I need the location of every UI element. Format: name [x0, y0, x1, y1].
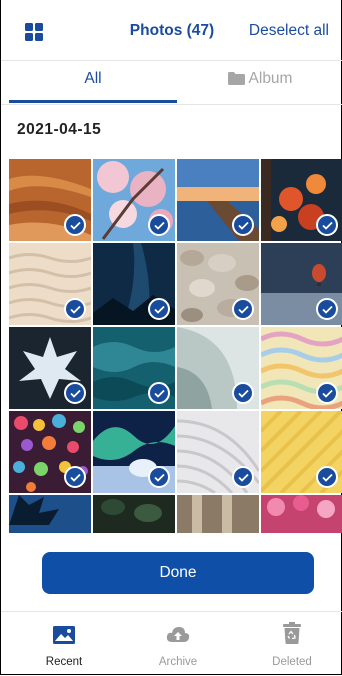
tab-bar: All Album	[1, 60, 342, 105]
selected-check-icon	[316, 382, 338, 404]
selected-check-icon	[148, 214, 170, 236]
architecture-image	[177, 495, 259, 533]
photo-tile[interactable]	[177, 243, 259, 325]
tab-album[interactable]: Album	[177, 60, 342, 104]
folder-icon	[227, 72, 245, 85]
selected-check-icon	[316, 298, 338, 320]
image-icon	[53, 626, 75, 644]
photo-tile[interactable]	[9, 411, 91, 493]
section-date: 2021-04-15	[17, 121, 102, 138]
dark-leaves-image	[93, 495, 175, 533]
photo-tile[interactable]	[93, 159, 175, 241]
active-tab-indicator	[9, 100, 177, 103]
selected-check-icon	[232, 466, 254, 488]
selected-check-icon	[232, 382, 254, 404]
selected-check-icon	[316, 214, 338, 236]
photo-tile[interactable]	[261, 159, 342, 241]
photo-tile[interactable]	[177, 495, 259, 533]
top-bar: Photos (47) Deselect all	[1, 0, 342, 61]
photo-tile[interactable]	[261, 243, 342, 325]
selected-check-icon	[64, 214, 86, 236]
photo-tile[interactable]	[9, 159, 91, 241]
photo-tile[interactable]	[177, 411, 259, 493]
nav-label-archive: Archive	[158, 656, 198, 668]
photo-tile[interactable]	[261, 411, 342, 493]
nav-label-recent: Recent	[45, 656, 83, 668]
deselect-all-button[interactable]: Deselect all	[249, 22, 329, 40]
selected-check-icon	[64, 466, 86, 488]
photo-grid	[9, 159, 342, 533]
photo-tile[interactable]	[177, 159, 259, 241]
selected-check-icon	[64, 382, 86, 404]
photo-tile[interactable]	[261, 495, 342, 533]
bottom-navigation: Recent Archive Deleted	[1, 611, 342, 676]
photo-tile[interactable]	[93, 327, 175, 409]
cloud-upload-icon	[166, 627, 190, 642]
tab-all[interactable]: All	[9, 60, 177, 104]
app-frame: Photos (47) Deselect all All Album 2021-…	[0, 0, 342, 675]
selected-check-icon	[232, 214, 254, 236]
tab-all-label: All	[84, 70, 102, 87]
photo-tile[interactable]	[93, 495, 175, 533]
photo-tile[interactable]	[177, 327, 259, 409]
nav-item-archive[interactable]: Archive	[121, 612, 235, 676]
photo-tile[interactable]	[261, 327, 342, 409]
photo-tile[interactable]	[9, 495, 91, 533]
photo-tile[interactable]	[9, 243, 91, 325]
photo-tile[interactable]	[93, 411, 175, 493]
selected-check-icon	[316, 466, 338, 488]
selected-check-icon	[148, 298, 170, 320]
selected-check-icon	[148, 466, 170, 488]
trash-recycle-icon	[283, 622, 301, 644]
palm-silhouette-image	[9, 495, 91, 533]
pink-flowers-image	[261, 495, 342, 533]
tab-album-label: Album	[248, 70, 293, 87]
photo-tile[interactable]	[9, 327, 91, 409]
nav-item-recent[interactable]: Recent	[7, 612, 121, 676]
photo-tile[interactable]	[93, 243, 175, 325]
done-button[interactable]: Done	[42, 552, 314, 594]
selected-check-icon	[64, 298, 86, 320]
nav-item-deleted[interactable]: Deleted	[235, 612, 342, 676]
selected-check-icon	[148, 382, 170, 404]
selected-check-icon	[232, 298, 254, 320]
nav-label-deleted: Deleted	[272, 656, 312, 668]
